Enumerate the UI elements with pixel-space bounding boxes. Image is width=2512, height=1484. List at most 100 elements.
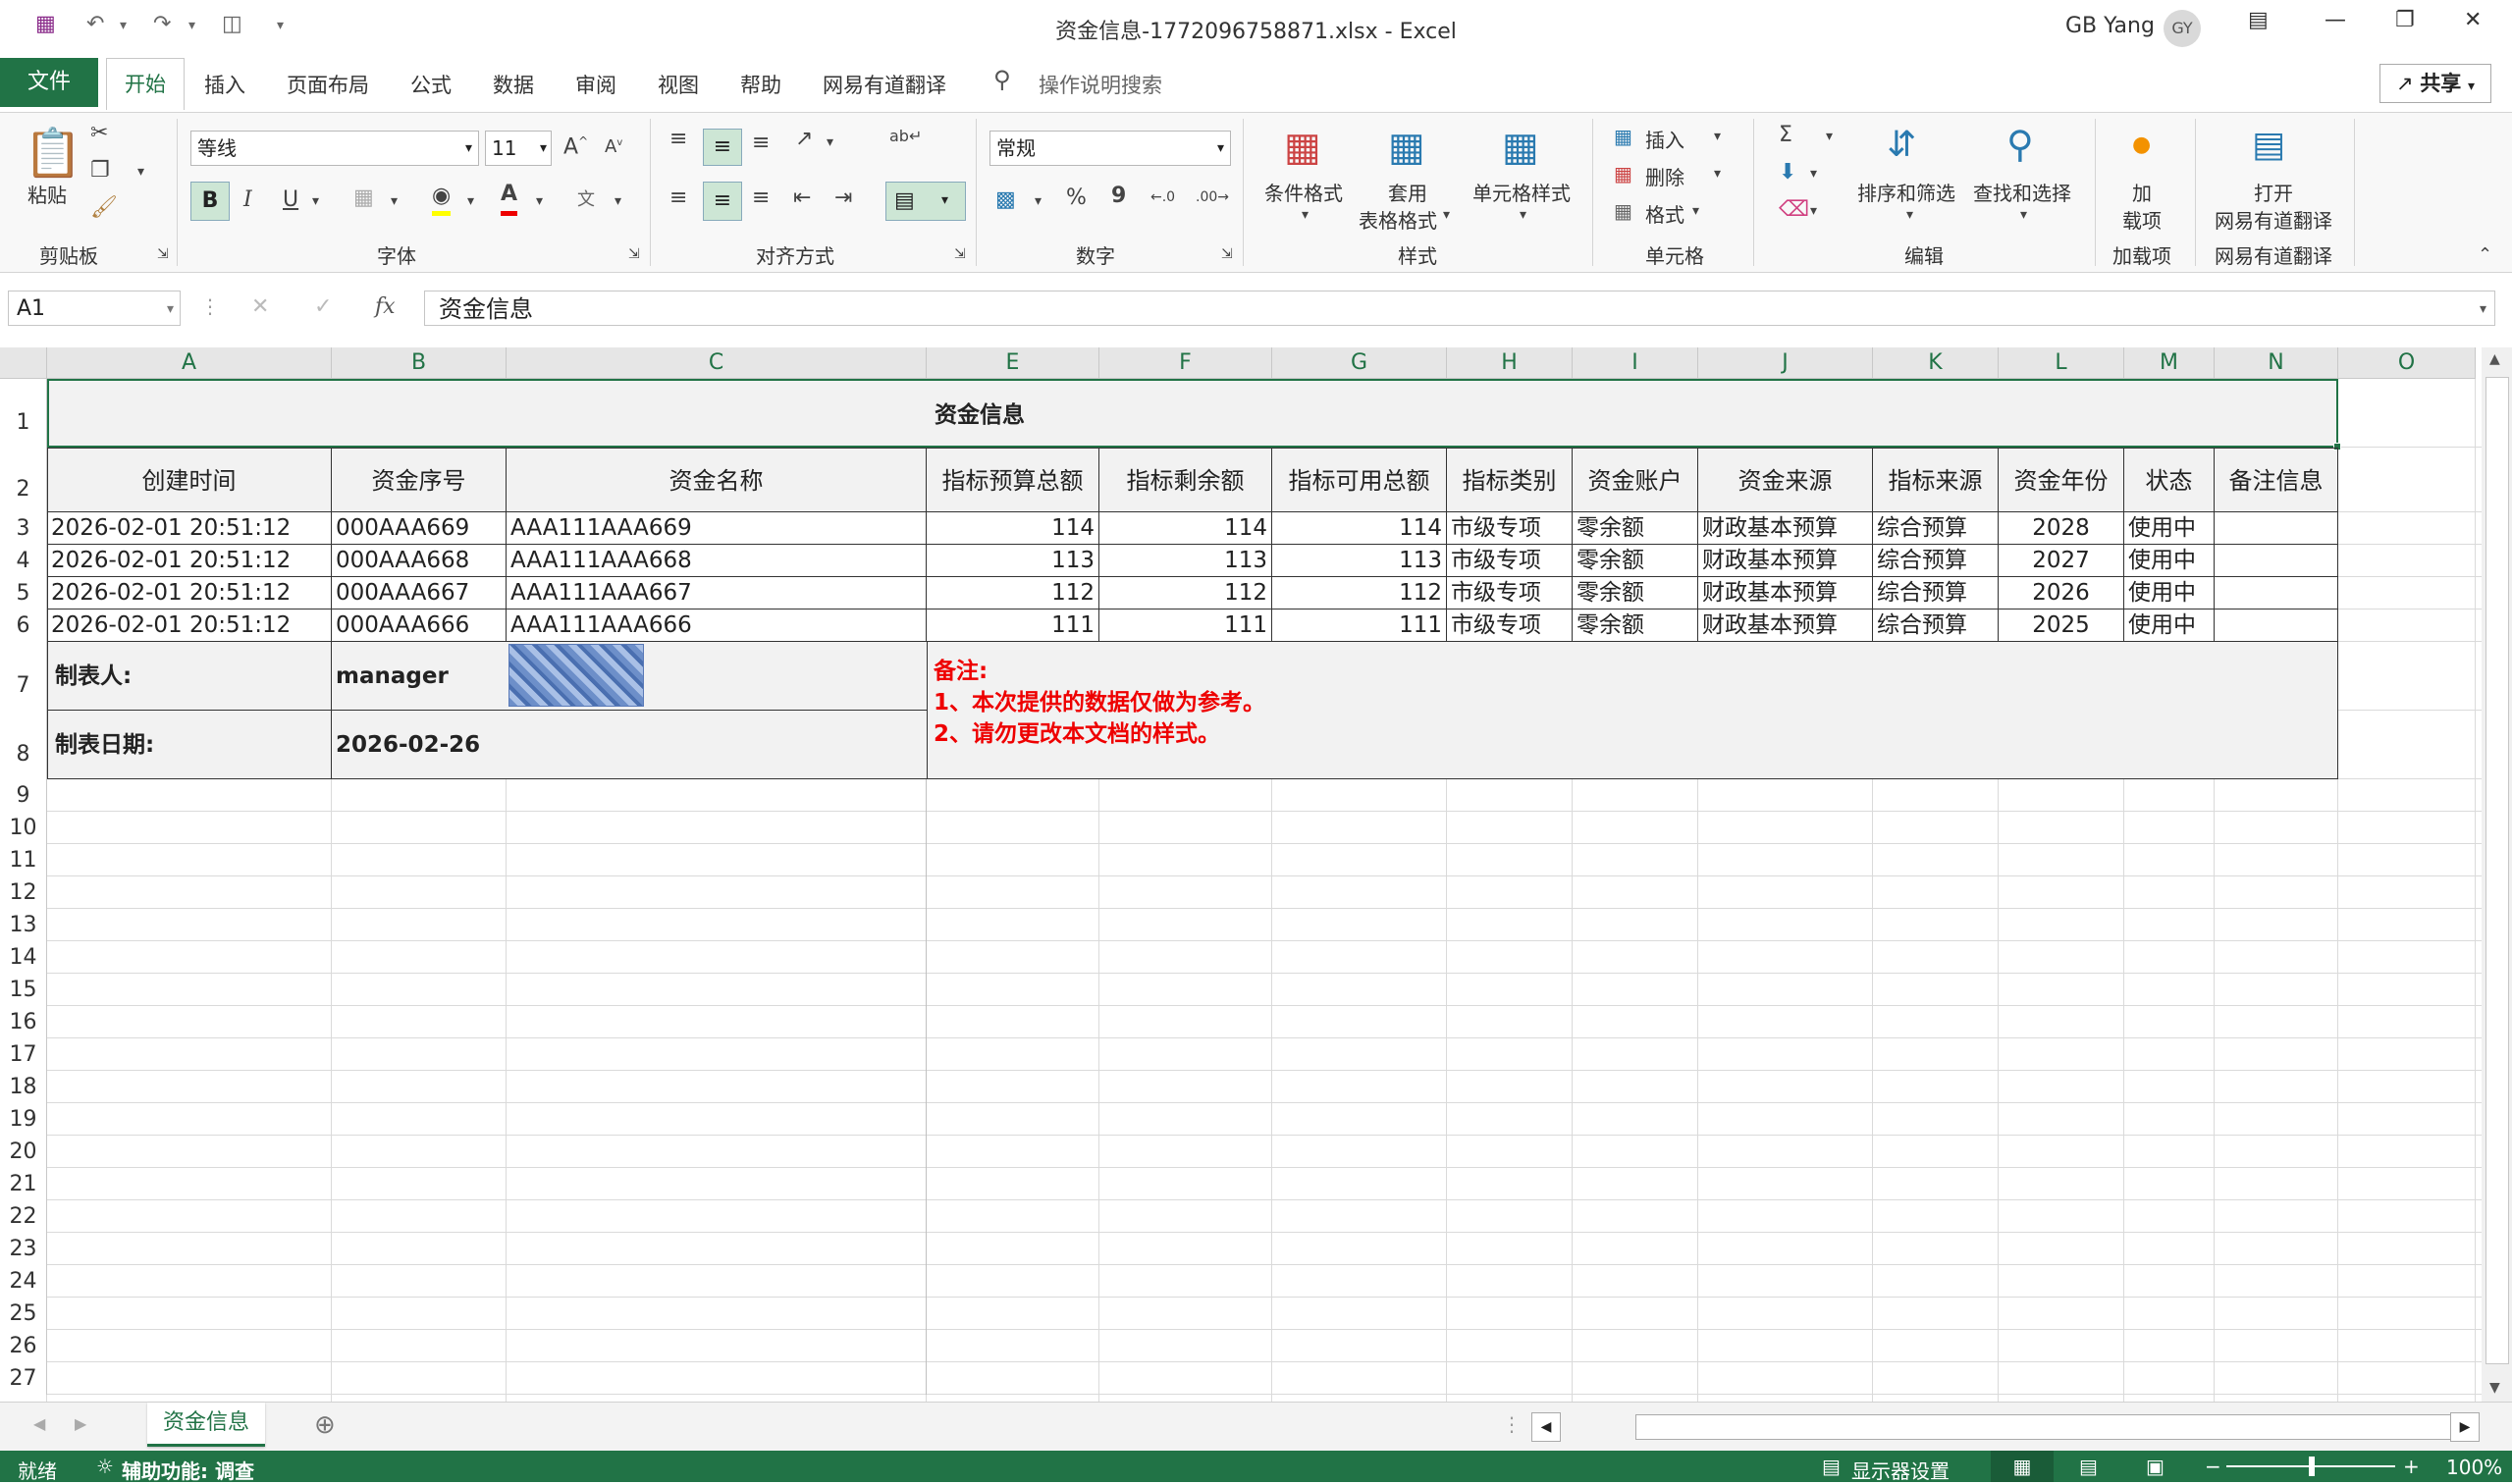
align-center-button[interactable]: ≡ [703,182,742,221]
table-cell[interactable]: 111 [927,610,1099,642]
number-launcher-icon[interactable]: ⇲ [1221,246,1233,262]
column-header[interactable]: H [1447,347,1573,379]
chevron-down-icon[interactable]: ▾ [1810,166,1817,182]
maker-label[interactable]: 制表人: [47,642,332,711]
table-cell[interactable]: 112 [1272,577,1447,610]
table-cell[interactable]: 2025 [1999,610,2124,642]
row-header[interactable]: 2 [0,448,47,512]
table-header-cell[interactable]: 指标预算总额 [927,448,1099,512]
merge-center-button[interactable]: ▤ ▾ [885,182,966,221]
table-header-cell[interactable]: 创建时间 [47,448,332,512]
increase-decimal-icon[interactable]: ←.0 [1150,189,1175,205]
ribbon-display-icon[interactable]: ▤ [2248,8,2269,32]
align-right-icon[interactable]: ≡ [752,186,770,210]
format-as-table-icon[interactable]: ▦ [1388,125,1425,170]
column-header[interactable]: A [47,347,332,379]
table-cell[interactable]: 使用中 [2124,577,2215,610]
column-header[interactable]: L [1999,347,2124,379]
align-middle-button[interactable]: ≡ [703,129,742,166]
chevron-down-icon[interactable]: ▾ [1443,207,1450,223]
sort-filter-button[interactable]: 排序和筛选 [1857,178,1955,206]
youdao-line2[interactable]: 网易有道翻译 [2215,205,2332,234]
alignment-launcher-icon[interactable]: ⇲ [954,246,966,262]
chevron-down-icon[interactable]: ▾ [1906,207,1913,223]
conditional-format-icon[interactable]: ▦ [1284,125,1321,170]
table-cell[interactable]: 财政基本预算 [1698,545,1873,577]
signature-image[interactable] [508,644,644,707]
row-header[interactable]: 25 [0,1298,47,1330]
zoom-slider-thumb[interactable] [2309,1457,2315,1476]
notes-cell[interactable]: 备注: 1、本次提供的数据仅做为参考。 2、请勿更改本文档的样式。 [927,642,2338,779]
table-cell[interactable]: 114 [927,512,1099,545]
tell-me-search[interactable]: 操作说明搜索 [1039,70,1162,99]
clipboard-launcher-icon[interactable]: ⇲ [157,246,169,262]
scroll-up-icon[interactable]: ▲ [2489,351,2500,367]
row-header[interactable]: 12 [0,876,47,909]
scroll-sheets-right-icon[interactable]: ▶ [75,1414,86,1433]
underline-icon[interactable]: U [283,187,298,212]
page-break-view-icon[interactable]: ▣ [2146,1455,2165,1478]
clear-icon[interactable]: ⌫ [1779,197,1809,222]
accounting-format-icon[interactable]: ▩ [995,187,1016,212]
table-cell[interactable]: AAA111AAA666 [507,610,927,642]
decrease-decimal-icon[interactable]: .00→ [1196,189,1229,205]
autosum-icon[interactable]: Σ [1779,123,1792,147]
accessibility-status[interactable]: 辅助功能: 调查 [122,1456,254,1484]
table-cell[interactable]: 市级专项 [1447,512,1573,545]
cell-styles-button[interactable]: 单元格样式 [1472,178,1571,206]
row-header[interactable]: 23 [0,1233,47,1265]
fill-color-dropdown-icon[interactable]: ▾ [467,193,474,209]
tab-view[interactable]: 视图 [658,70,699,99]
table-header-cell[interactable]: 资金账户 [1573,448,1698,512]
table-cell[interactable]: 财政基本预算 [1698,610,1873,642]
row-header[interactable]: 3 [0,512,47,545]
youdao-open-button[interactable]: 打开 [2254,178,2293,206]
comma-style-icon[interactable]: 9 [1111,184,1126,208]
insert-cells-icon[interactable]: ▦ [1614,125,1632,148]
youdao-translate-icon[interactable]: ▤ [2252,125,2285,165]
table-cell[interactable]: 111 [1099,610,1272,642]
column-header[interactable]: F [1099,347,1272,379]
table-cell[interactable]: 零余额 [1573,610,1698,642]
chevron-down-icon[interactable]: ▾ [1520,207,1526,223]
paste-button[interactable]: 粘贴 [27,180,67,208]
row-header[interactable]: 18 [0,1071,47,1103]
table-cell[interactable]: 使用中 [2124,512,2215,545]
fill-icon[interactable]: ⬇ [1779,160,1796,185]
column-header[interactable]: G [1272,347,1447,379]
table-cell[interactable]: 市级专项 [1447,577,1573,610]
phonetic-dropdown-icon[interactable]: ▾ [615,193,621,209]
enter-icon[interactable]: ✓ [314,294,332,319]
table-cell[interactable]: AAA111AAA667 [507,577,927,610]
scroll-left-icon[interactable]: ◀ [1531,1412,1561,1442]
scroll-sheets-left-icon[interactable]: ◀ [33,1414,45,1433]
wrap-text-icon[interactable]: ab↵ [889,127,922,145]
column-header[interactable]: J [1698,347,1873,379]
scroll-down-icon[interactable]: ▼ [2489,1380,2500,1396]
find-select-button[interactable]: 查找和选择 [1973,178,2071,206]
zoom-out-icon[interactable]: − [2205,1455,2221,1478]
copy-icon[interactable]: ❐ [90,158,110,183]
sheet-title-cell[interactable]: 资金信息 [47,379,2338,448]
row-header[interactable]: 16 [0,1006,47,1038]
row-header[interactable]: 22 [0,1200,47,1233]
date-label[interactable]: 制表日期: [47,711,332,779]
chevron-down-icon[interactable]: ▾ [1714,129,1721,144]
table-cell[interactable]: 零余额 [1573,545,1698,577]
table-cell[interactable]: 2028 [1999,512,2124,545]
font-name-select[interactable]: 等线 ▾ [190,131,479,166]
insert-function-icon[interactable]: fx [375,294,396,319]
tab-home[interactable]: 开始 [106,58,185,110]
table-header-cell[interactable]: 资金序号 [332,448,507,512]
display-settings-button[interactable]: 显示器设置 [1851,1456,1950,1484]
user-name[interactable]: GB Yang [2065,14,2155,38]
chevron-down-icon[interactable]: ▾ [1714,166,1721,182]
table-cell[interactable]: 113 [927,545,1099,577]
tab-formulas[interactable]: 公式 [410,70,452,99]
grow-font-icon[interactable]: A^ [563,134,588,159]
table-cell[interactable]: 000AAA669 [332,512,507,545]
format-as-table-button[interactable]: 表格格式 [1359,205,1437,234]
maker-value[interactable]: manager [332,642,507,711]
cancel-icon[interactable]: ✕ [251,294,269,319]
chevron-down-icon[interactable]: ▾ [1692,203,1699,219]
